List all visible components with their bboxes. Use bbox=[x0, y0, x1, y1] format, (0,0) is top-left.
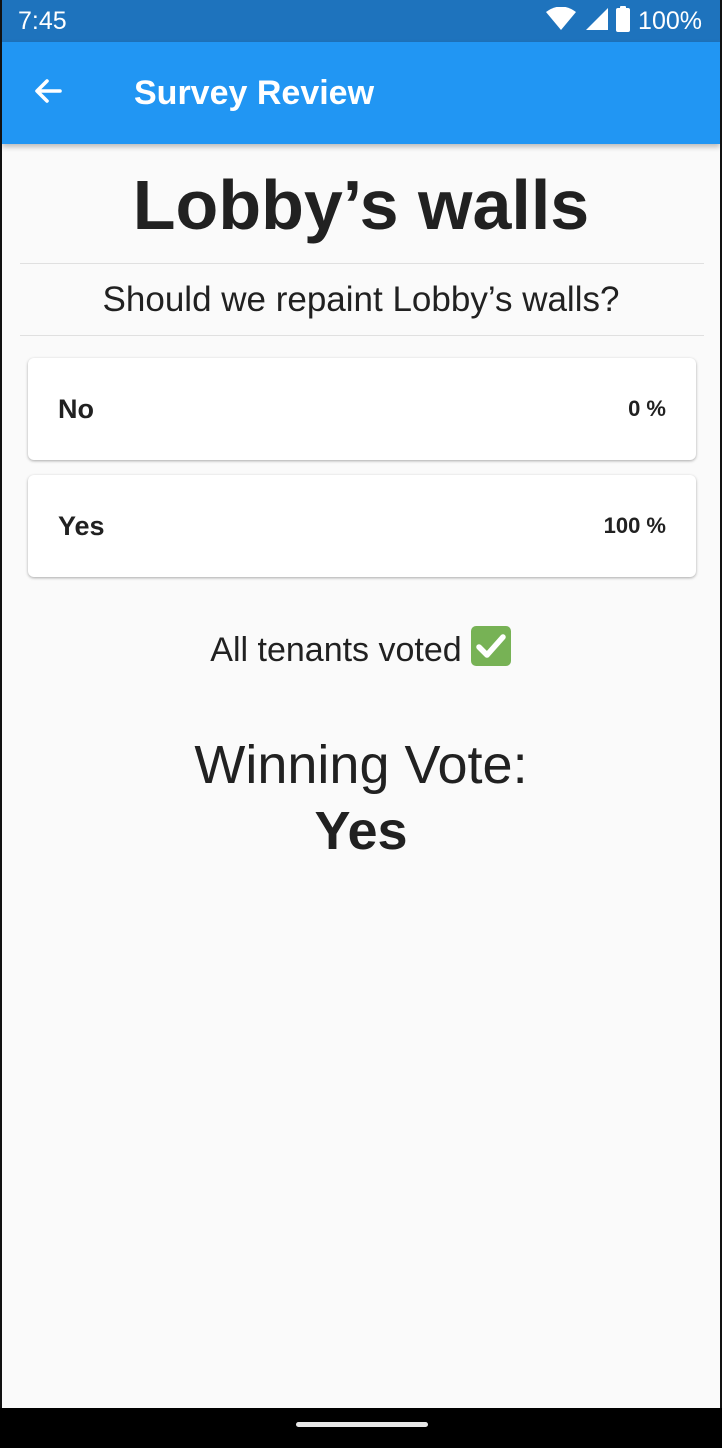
survey-question: Should we repaint Lobby’s walls? bbox=[102, 280, 620, 319]
home-indicator[interactable] bbox=[296, 1422, 428, 1427]
app-bar-title: Survey Review bbox=[134, 74, 375, 112]
battery-icon bbox=[616, 5, 631, 37]
navigation-bar bbox=[0, 1408, 722, 1448]
option-label: No bbox=[58, 394, 94, 424]
app-screen: 7:45 100% Survey Review Lobby’s walls Sh… bbox=[2, 0, 720, 1408]
status-icons: 100% bbox=[546, 5, 702, 37]
option-label: Yes bbox=[58, 511, 105, 541]
vote-status: All tenants voted bbox=[2, 625, 720, 678]
survey-title: Lobby’s walls bbox=[132, 166, 590, 244]
battery-percentage: 100% bbox=[638, 7, 702, 35]
check-mark-icon bbox=[470, 625, 512, 678]
status-time: 7:45 bbox=[18, 7, 67, 35]
winning-vote-value: Yes bbox=[314, 801, 408, 861]
status-bar: 7:45 100% bbox=[2, 0, 720, 42]
winning-vote-label: Winning Vote: bbox=[194, 735, 528, 795]
app-bar: Survey Review bbox=[2, 42, 720, 144]
divider bbox=[20, 335, 704, 336]
signal-icon bbox=[584, 7, 609, 36]
vote-status-text: All tenants voted bbox=[210, 631, 462, 669]
option-card-yes[interactable]: Yes 100 % bbox=[28, 475, 696, 577]
back-button[interactable] bbox=[24, 69, 72, 117]
arrow-back-icon bbox=[32, 75, 64, 112]
wifi-icon bbox=[546, 6, 577, 36]
option-card-no[interactable]: No 0 % bbox=[28, 358, 696, 460]
divider bbox=[20, 263, 704, 264]
option-percentage: 0 % bbox=[628, 396, 666, 421]
option-percentage: 100 % bbox=[603, 513, 666, 538]
